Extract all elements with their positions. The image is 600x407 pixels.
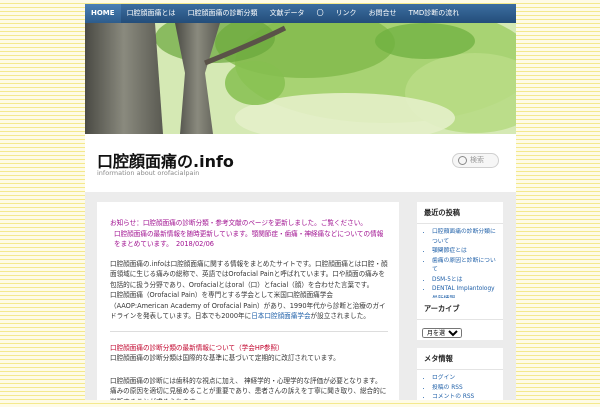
nav-item-links[interactable]: リンク (330, 4, 363, 23)
widget-archive: アーカイブ 月を選択 (417, 298, 503, 340)
meta-item-login[interactable]: ログイン (432, 374, 499, 384)
page-wrapper: HOME 口腔顔面痛とは 口腔顔面痛の診断分類 文献データ 〇 リンク お問合せ… (85, 4, 516, 400)
widget-title-meta: メタ情報 (417, 348, 503, 370)
society-link[interactable]: 日本口腔顔面痛学会 (251, 312, 310, 320)
nav-item-home[interactable]: HOME (85, 4, 121, 23)
widget-recent-posts: 最近の投稿 口腔顔面痛の診断分類について 顎関節症とは 歯痛の原因と診断について… (417, 202, 503, 302)
search-placeholder: 検索 (470, 156, 484, 164)
site-tagline: information about orofacialpain (97, 169, 200, 177)
nav-item-tmd-flow[interactable]: TMD診断の流れ (403, 4, 466, 23)
nav-item-contact[interactable]: お問合せ (363, 4, 403, 23)
archive-select[interactable]: 月を選択 (422, 328, 462, 338)
widget-title-recent: 最近の投稿 (417, 202, 503, 224)
recent-post-item[interactable]: 顎関節症とは (432, 247, 499, 257)
tree-photo (85, 23, 516, 134)
intro-paragraph: 口腔顔面痛の.infoは口腔顔面痛に関する情報をまとめたサイトです。口腔顔面痛と… (110, 259, 388, 289)
recent-post-item[interactable]: 歯痛の原因と診断について (432, 257, 499, 276)
nav-item-literature[interactable]: 文献データ (264, 4, 311, 23)
nav-item-misc[interactable]: 〇 (311, 4, 330, 23)
widget-title-archive: アーカイブ (417, 298, 503, 320)
nav-item-about[interactable]: 口腔顔面痛とは (121, 4, 182, 23)
main-content: お知らせ：口腔顔面痛の診断分類・参考文献のページを更新しました。ご覧ください。 … (97, 202, 399, 400)
recent-post-item[interactable]: 口腔顔面痛の診断分類について (432, 228, 499, 247)
meta-list: ログイン 投稿の RSS コメントの RSS (417, 370, 503, 407)
widget-meta: メタ情報 ログイン 投稿の RSS コメントの RSS (417, 348, 503, 400)
recent-posts-list: 口腔顔面痛の診断分類について 顎関節症とは 歯痛の原因と診断について DSM-5… (417, 224, 503, 308)
meta-item-comments-rss[interactable]: コメントの RSS (432, 393, 499, 403)
search-input[interactable]: 検索 (452, 153, 499, 168)
notice-line-1: お知らせ：口腔顔面痛の診断分類・参考文献のページを更新しました。ご覧ください。 (110, 219, 367, 227)
section-text: 口腔顔面痛の診断分類は国際的な基準に基づいて定期的に改訂されています。 (110, 354, 340, 362)
intro-paragraph-2: 口腔顔面痛（Orofacial Pain）を専門とする学会として米国口腔顔面痛学… (110, 290, 388, 322)
meta-item-posts-rss[interactable]: 投稿の RSS (432, 384, 499, 394)
intro2-suffix: が設立されました。 (310, 312, 370, 320)
section-title: 口腔顔面痛の診断分類の最新情報について（学会HP参照） (110, 343, 284, 352)
notice-line-2: 口腔顔面痛の最新情報を随時更新しています。顎関節症・歯痛・神経痛などについての情… (114, 229, 384, 249)
nav-item-classification[interactable]: 口腔顔面痛の診断分類 (182, 4, 264, 23)
search-icon (458, 156, 467, 165)
recent-post-item[interactable]: DSM-5とは (432, 276, 499, 286)
header-image (85, 23, 516, 134)
main-nav: HOME 口腔顔面痛とは 口腔顔面痛の診断分類 文献データ 〇 リンク お問合せ… (85, 4, 516, 23)
site-header: 口腔顔面痛の.info information about orofacialp… (85, 134, 516, 192)
paragraph-3: 口腔顔面痛の診断には歯科的な視点に加え、 神経学的・心理学的な評価が必要となりま… (110, 376, 387, 401)
divider (110, 330, 388, 332)
